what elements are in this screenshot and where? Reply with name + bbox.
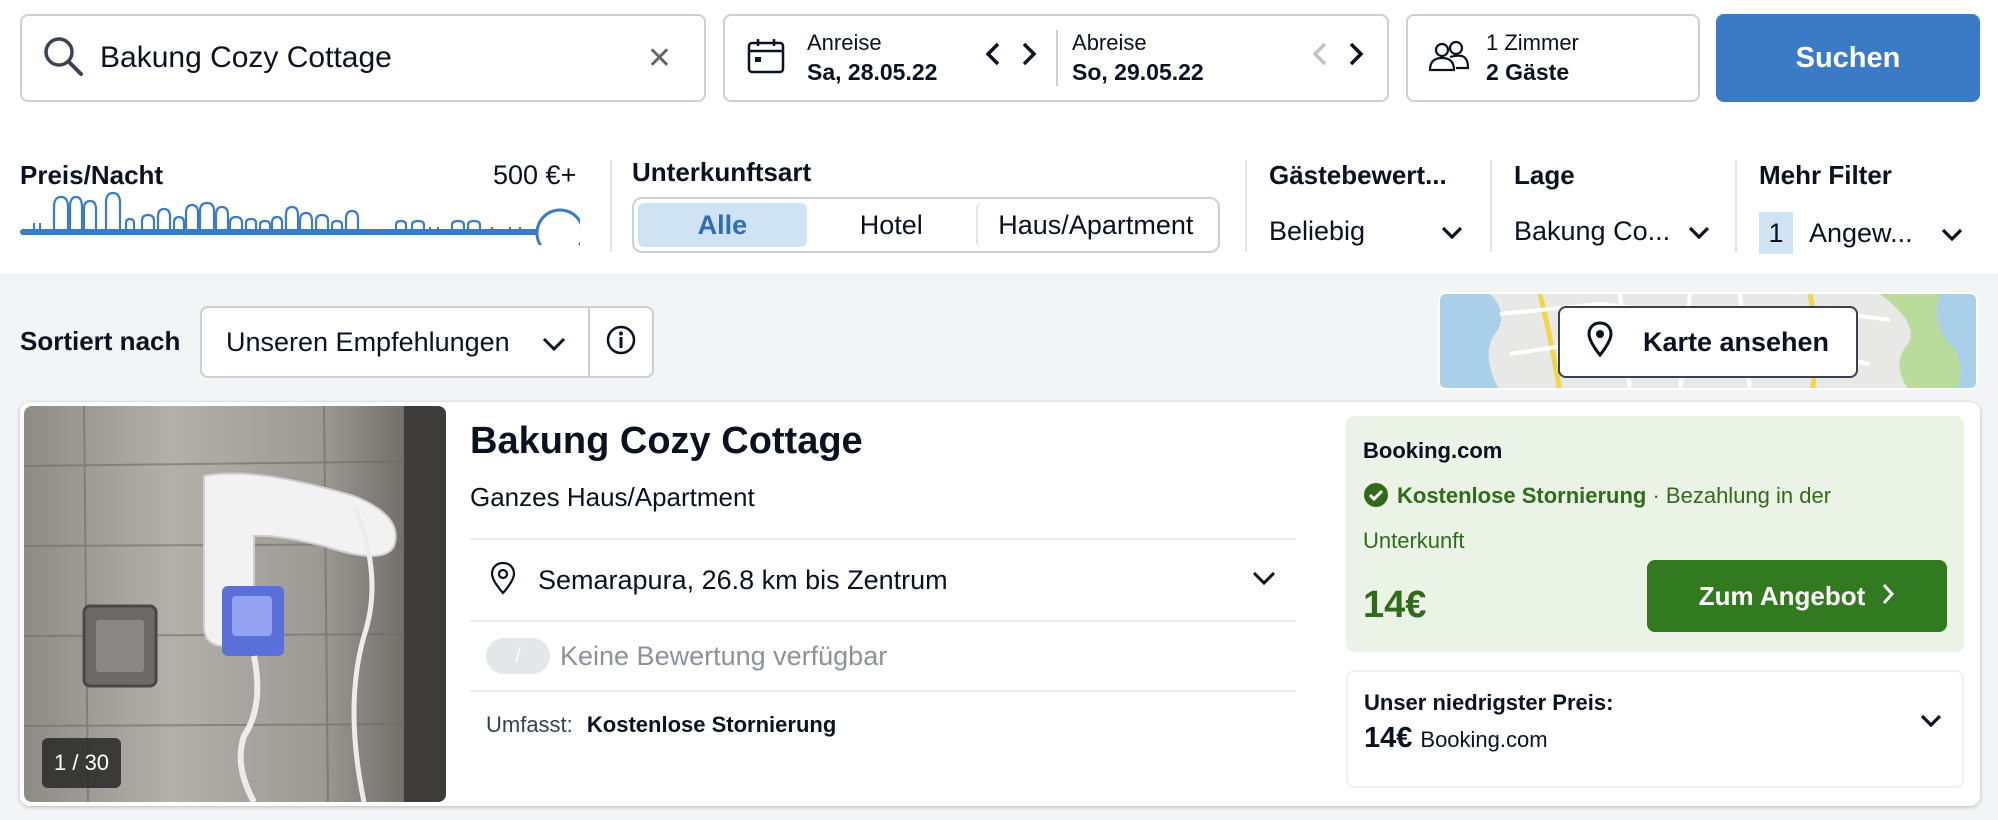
divider <box>610 160 612 252</box>
view-map-label: Karte ansehen <box>1642 326 1830 357</box>
more-filters-value: Angew... <box>1809 217 1913 248</box>
top-deal[interactable]: Booking.com Kostenlose Stornierung · Bez… <box>1346 416 1964 652</box>
active-filters-count: 1 <box>1759 212 1793 254</box>
lowest-price-label: Unser niedrigster Preis: <box>1364 690 1614 715</box>
price-slider-handle[interactable] <box>535 208 580 245</box>
checkin-label: Anreise <box>807 30 882 55</box>
rating-pill: / <box>486 638 550 674</box>
guests-value: 2 Gäste <box>1486 59 1570 85</box>
more-filters-label: Mehr Filter <box>1759 160 1892 190</box>
search-input[interactable]: Bakung Cozy Cottage <box>100 41 635 75</box>
sort-value: Unseren Empfehlungen <box>226 326 510 357</box>
sort-info-button[interactable] <box>588 308 652 376</box>
checkin-date[interactable]: Anreise Sa, 28.05.22 <box>725 16 1056 100</box>
deal-conditions: Kostenlose Stornierung · Bezahlung in de… <box>1363 476 1923 561</box>
rating-text: Keine Bewertung verfügbar <box>560 640 888 671</box>
map-pin-icon <box>1587 320 1613 364</box>
price-slider[interactable] <box>20 185 580 245</box>
chevron-down-icon <box>1441 216 1463 247</box>
includes-row: Umfasst: Kostenlose Stornierung <box>470 690 1296 758</box>
lowest-price-box[interactable]: Unser niedrigster Preis: 14€ Booking.com <box>1346 670 1964 788</box>
view-deal-label: Zum Angebot <box>1698 580 1866 611</box>
more-filters-dropdown[interactable]: 1 Angew... <box>1759 212 1963 254</box>
guests-icon <box>1428 39 1470 78</box>
chevron-down-icon[interactable] <box>1920 714 1942 733</box>
view-map-button[interactable]: Karte ansehen <box>1558 306 1858 378</box>
calendar-icon <box>747 38 785 79</box>
deal-provider: Booking.com <box>1363 438 1503 463</box>
accommodation-option-hotel[interactable]: Hotel <box>807 203 976 247</box>
divider <box>1490 160 1492 252</box>
location-filter-label: Lage <box>1514 160 1575 190</box>
divider <box>1245 160 1247 252</box>
checkin-next-icon[interactable] <box>1011 41 1047 75</box>
includes-label: Umfasst: <box>486 712 573 737</box>
checkout-next-icon[interactable] <box>1338 41 1374 75</box>
checkin-prev-icon[interactable] <box>975 41 1011 75</box>
guests-picker[interactable]: 1 Zimmer 2 Gäste <box>1406 14 1700 102</box>
location-dropdown[interactable]: Bakung Co... <box>1514 216 1710 247</box>
accommodation-type-toggle[interactable]: Alle Hotel Haus/Apartment <box>632 197 1220 253</box>
sort-label: Sortiert nach <box>20 326 181 356</box>
price-slider-track <box>20 229 560 235</box>
rooms-value: 1 Zimmer <box>1486 30 1579 55</box>
photo-counter: 1 / 30 <box>42 738 122 788</box>
lowest-price-provider: Booking.com <box>1420 727 1548 752</box>
location-dropdown-value: Bakung Co... <box>1514 216 1671 246</box>
search-button[interactable]: Suchen <box>1716 14 1980 102</box>
info-icon <box>605 324 637 361</box>
hotel-photo[interactable]: 1 / 30 <box>24 406 446 802</box>
chevron-down-icon <box>1941 218 1963 249</box>
checkout-value: So, 29.05.22 <box>1072 59 1204 85</box>
accommodation-option-all[interactable]: Alle <box>638 203 807 247</box>
divider <box>1735 160 1737 252</box>
result-card[interactable]: 1 / 30 Bakung Cozy Cottage Ganzes Haus/A… <box>20 402 1980 806</box>
check-circle-icon <box>1363 481 1389 521</box>
rating-dropdown[interactable]: Beliebig <box>1269 216 1463 247</box>
chevron-down-icon[interactable] <box>1252 571 1276 590</box>
location-text: Semarapura, 26.8 km bis Zentrum <box>538 564 948 595</box>
deal-price: 14€ <box>1363 584 1427 626</box>
search-field[interactable]: Bakung Cozy Cottage ✕ <box>20 14 706 102</box>
checkout-label: Abreise <box>1072 30 1147 55</box>
clear-search-button[interactable]: ✕ <box>635 41 684 76</box>
accommodation-filter-label: Unterkunftsart <box>632 157 812 187</box>
checkout-prev-icon[interactable] <box>1302 41 1338 75</box>
location-pin-icon <box>490 561 516 600</box>
rating-filter-label: Gästebewert... <box>1269 160 1447 190</box>
chevron-down-icon <box>1688 216 1710 247</box>
view-deal-button[interactable]: Zum Angebot <box>1647 560 1947 632</box>
includes-value: Kostenlose Stornierung <box>586 712 837 737</box>
sort-dropdown[interactable]: Unseren Empfehlungen <box>200 306 654 378</box>
accommodation-option-house[interactable]: Haus/Apartment <box>975 203 1214 247</box>
date-picker[interactable]: Anreise Sa, 28.05.22 Abreise So, 29.05.2… <box>723 14 1389 102</box>
chevron-right-icon <box>1881 581 1895 612</box>
rating-dropdown-value: Beliebig <box>1269 216 1366 246</box>
accommodation-type: Ganzes Haus/Apartment <box>470 482 755 512</box>
checkin-value: Sa, 28.05.22 <box>807 59 938 85</box>
free-cancellation-text: Kostenlose Stornierung <box>1397 483 1647 508</box>
location-row[interactable]: Semarapura, 26.8 km bis Zentrum <box>470 538 1296 622</box>
rating-row: / Keine Bewertung verfügbar <box>486 638 887 674</box>
checkout-date[interactable]: Abreise So, 29.05.22 <box>1058 16 1387 100</box>
search-icon <box>42 35 84 82</box>
lowest-price-value: 14€ <box>1364 722 1413 754</box>
hotel-title[interactable]: Bakung Cozy Cottage <box>470 420 863 463</box>
chevron-down-icon <box>542 327 566 358</box>
